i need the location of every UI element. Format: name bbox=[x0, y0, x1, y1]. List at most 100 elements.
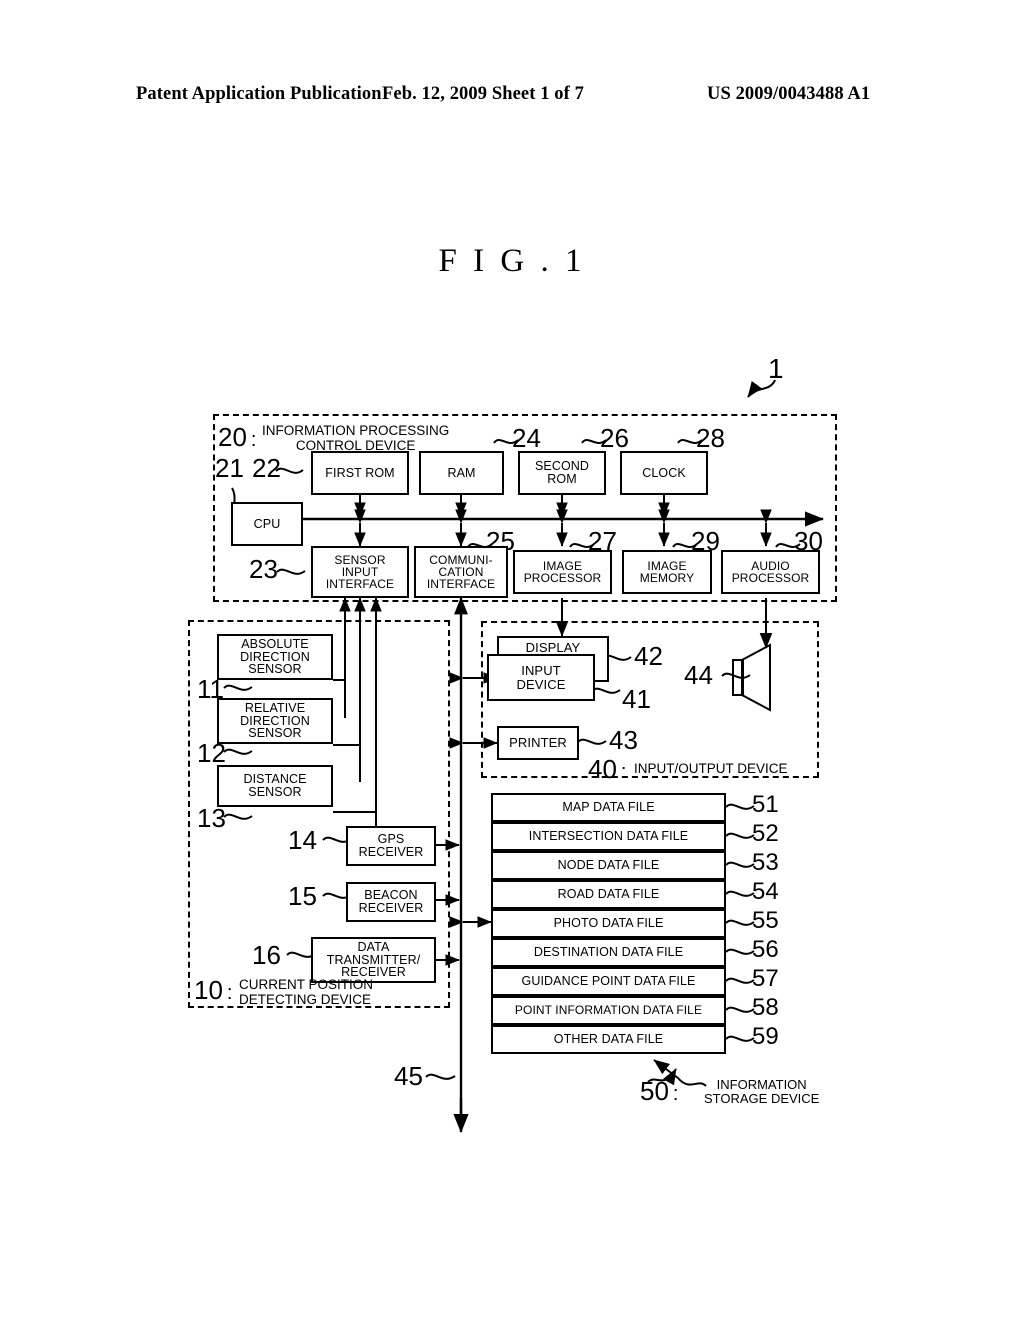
position-device-name-l1: CURRENT POSITION bbox=[239, 977, 374, 992]
colon-20: : bbox=[250, 429, 257, 451]
ref-54: 54 bbox=[752, 878, 779, 905]
ref-22: 22 bbox=[252, 453, 281, 483]
storage-device-name: INFORMATION STORAGE DEVICE bbox=[704, 1077, 820, 1107]
guidance-point-data-file-label: GUIDANCE POINT DATA FILE bbox=[521, 974, 696, 989]
clock-box: CLOCK bbox=[620, 451, 708, 495]
audio-processor-box: AUDIO PROCESSOR bbox=[721, 550, 820, 594]
figure-title: F I G . 1 bbox=[438, 243, 586, 279]
ram-box: RAM bbox=[419, 451, 504, 495]
intersection-data-file-box: INTERSECTION DATA FILE bbox=[491, 822, 726, 851]
ref-58: 58 bbox=[752, 994, 779, 1021]
colon-50: : bbox=[672, 1083, 679, 1105]
road-data-file-label: ROAD DATA FILE bbox=[557, 887, 660, 902]
distance-sensor-box: DISTANCE SENSOR bbox=[217, 765, 333, 807]
io-device-name: INPUT/OUTPUT DEVICE bbox=[634, 761, 788, 776]
node-data-file-label: NODE DATA FILE bbox=[557, 858, 660, 873]
printer-label: PRINTER bbox=[509, 735, 567, 751]
communication-interface-box: COMMUNI- CATION INTERFACE bbox=[414, 546, 508, 598]
ref-24: 24 bbox=[512, 423, 541, 453]
storage-device-ref: 50: bbox=[640, 1078, 678, 1104]
absolute-direction-sensor-l3: SENSOR bbox=[248, 662, 302, 677]
position-device-ref: 10: bbox=[194, 977, 232, 1003]
ram-label: RAM bbox=[447, 465, 476, 480]
ref-14: 14 bbox=[288, 825, 317, 855]
ref-40: 40 bbox=[588, 754, 617, 784]
display-label: DISPLAY bbox=[525, 640, 581, 655]
position-device-name-l2: DETECTING DEVICE bbox=[239, 991, 372, 1007]
ref-43: 43 bbox=[609, 725, 638, 755]
intersection-data-file-label: INTERSECTION DATA FILE bbox=[528, 829, 689, 844]
map-data-file-box: MAP DATA FILE bbox=[491, 793, 726, 822]
storage-device-name-l1: INFORMATION bbox=[716, 1077, 807, 1092]
ref-51: 51 bbox=[752, 791, 779, 818]
ref-44: 44 bbox=[684, 660, 713, 690]
sensor-input-interface-box: SENSOR INPUT INTERFACE bbox=[311, 546, 409, 598]
data-transmitter-l1: DATA bbox=[357, 939, 390, 954]
ref-15: 15 bbox=[288, 881, 317, 911]
photo-data-file-label: PHOTO DATA FILE bbox=[553, 916, 664, 931]
relative-direction-sensor-box: RELATIVE DIRECTION SENSOR bbox=[217, 698, 333, 744]
ref-28: 28 bbox=[696, 423, 725, 453]
ref-26: 26 bbox=[600, 423, 629, 453]
cpu-label: CPU bbox=[253, 516, 281, 531]
ref-45: 45 bbox=[394, 1061, 423, 1091]
road-data-file-box: ROAD DATA FILE bbox=[491, 880, 726, 909]
system-ref-1: 1 bbox=[768, 353, 784, 384]
storage-device-name-l2: STORAGE DEVICE bbox=[704, 1091, 820, 1107]
map-data-file-label: MAP DATA FILE bbox=[562, 800, 655, 815]
ref-21: 21 bbox=[215, 453, 244, 483]
second-rom-label-l2: ROM bbox=[547, 472, 577, 486]
ref-57: 57 bbox=[752, 965, 779, 992]
ref-50: 50 bbox=[640, 1076, 669, 1106]
communication-interface-l3: INTERFACE bbox=[426, 577, 496, 592]
ref-13: 13 bbox=[197, 803, 226, 833]
ref-23: 23 bbox=[249, 554, 278, 584]
control-device-name-l1: INFORMATION PROCESSING bbox=[262, 423, 450, 438]
destination-data-file-box: DESTINATION DATA FILE bbox=[491, 938, 726, 967]
other-data-file-box: OTHER DATA FILE bbox=[491, 1025, 726, 1054]
node-data-file-box: NODE DATA FILE bbox=[491, 851, 726, 880]
first-rom-box: FIRST ROM bbox=[311, 451, 409, 495]
distance-sensor-l2: SENSOR bbox=[248, 785, 302, 799]
first-rom-label: FIRST ROM bbox=[325, 465, 395, 480]
other-data-file-label: OTHER DATA FILE bbox=[553, 1032, 664, 1047]
image-memory-l2: MEMORY bbox=[639, 571, 695, 585]
control-device-name: INFORMATION PROCESSING CONTROL DEVICE bbox=[262, 423, 450, 453]
image-memory-box: IMAGE MEMORY bbox=[622, 550, 712, 594]
io-device-ref: 40: bbox=[588, 756, 626, 782]
header-publication: Patent Application Publication bbox=[136, 84, 382, 104]
point-information-data-file-box: POINT INFORMATION DATA FILE bbox=[491, 996, 726, 1025]
printer-box: PRINTER bbox=[497, 726, 579, 760]
guidance-point-data-file-box: GUIDANCE POINT DATA FILE bbox=[491, 967, 726, 996]
colon-10: : bbox=[226, 982, 233, 1004]
point-information-data-file-label: POINT INFORMATION DATA FILE bbox=[514, 1003, 703, 1018]
ref-20: 20 bbox=[218, 422, 247, 452]
ref-12: 12 bbox=[197, 738, 226, 768]
input-device-l1: INPUT bbox=[521, 663, 561, 679]
photo-data-file-box: PHOTO DATA FILE bbox=[491, 909, 726, 938]
beacon-receiver-box: BEACON RECEIVER bbox=[346, 882, 436, 922]
input-device-l2: DEVICE bbox=[516, 676, 566, 692]
clock-label: CLOCK bbox=[642, 465, 686, 480]
ref-53: 53 bbox=[752, 849, 779, 876]
second-rom-box: SECOND ROM bbox=[518, 451, 606, 495]
gps-receiver-l2: RECEIVER bbox=[358, 845, 424, 859]
ref-16: 16 bbox=[252, 940, 281, 970]
ref-56: 56 bbox=[752, 936, 779, 963]
control-device-ref: 20: bbox=[218, 424, 256, 450]
gps-receiver-box: GPS RECEIVER bbox=[346, 826, 436, 866]
absolute-direction-sensor-l1: ABSOLUTE bbox=[241, 636, 309, 651]
ref-41: 41 bbox=[622, 684, 651, 714]
patent-figure-page: Patent Application Publication Feb. 12, … bbox=[0, 0, 1024, 1320]
cpu-box: CPU bbox=[231, 502, 303, 546]
audio-processor-l2: PROCESSOR bbox=[731, 571, 810, 585]
ref-59: 59 bbox=[752, 1023, 779, 1050]
ref-55: 55 bbox=[752, 907, 779, 934]
image-processor-l2: PROCESSOR bbox=[523, 571, 602, 585]
relative-direction-sensor-l1: RELATIVE bbox=[244, 700, 306, 715]
input-device-box: INPUT DEVICE bbox=[487, 654, 595, 701]
ref-42: 42 bbox=[634, 641, 663, 671]
ref-10: 10 bbox=[194, 975, 223, 1005]
sensor-input-interface-l3: INTERFACE bbox=[325, 577, 395, 592]
absolute-direction-sensor-box: ABSOLUTE DIRECTION SENSOR bbox=[217, 634, 333, 680]
